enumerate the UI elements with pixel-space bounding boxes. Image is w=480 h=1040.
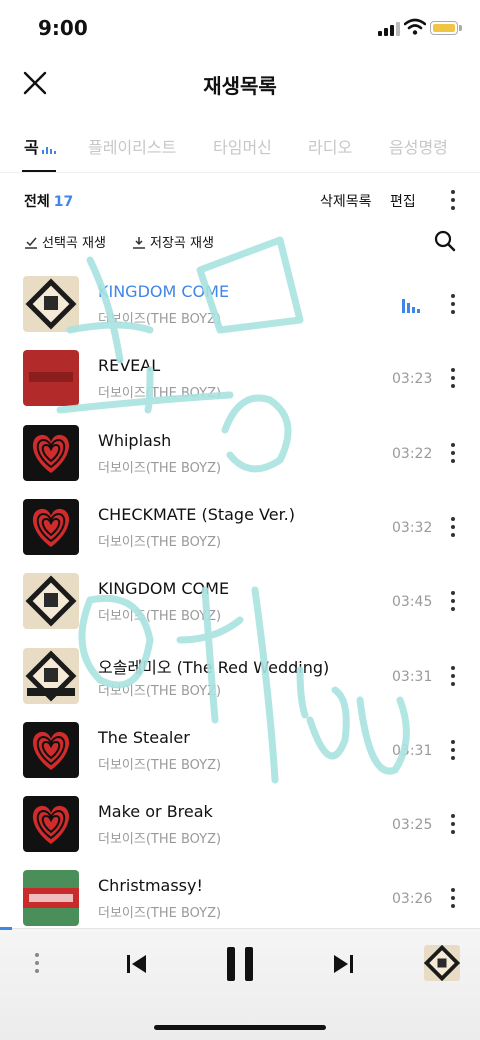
play-saved-button[interactable]: 저장곡 재생 [132,232,214,251]
track-artist: 더보이즈(THE BOYZ) [98,312,222,327]
clock: 9:00 [38,16,88,40]
track-duration: 03:22 [392,445,433,462]
track-title: Whiplash [98,430,172,450]
track-row[interactable]: KINGDOM COME 더보이즈(THE BOYZ) [0,276,480,350]
now-playing-icon [402,297,420,313]
play-selected-button[interactable]: 선택곡 재생 [24,232,106,251]
track-artist: 더보이즈(THE BOYZ) [98,386,222,402]
track-row[interactable]: REVEAL 더보이즈(THE BOYZ) 03:23 [0,350,480,424]
deleted-list-button[interactable]: 삭제목록 [320,191,372,211]
track-duration: 03:26 [392,891,433,908]
track-title: KINGDOM COME [98,282,230,301]
track-artist: 더보이즈(THE BOYZ) [98,534,222,550]
track-duration: 03:31 [392,742,433,759]
album-art [23,721,79,778]
play-actions: 선택곡 재생 저장곡 재생 [0,226,480,258]
track-title: REVEAL [98,356,161,376]
album-art [23,647,79,704]
edit-button[interactable]: 편집 [390,191,416,211]
tab-bar: 곡 플레이리스트 타임머신 라디오 음성명령 [0,122,480,173]
track-more-icon[interactable] [450,665,456,686]
player-menu-icon[interactable] [34,953,40,973]
tab-radio[interactable]: 라디오 [308,134,352,158]
track-more-icon[interactable] [450,516,456,537]
track-artist: 더보이즈(THE BOYZ) [98,832,222,848]
more-options-icon[interactable] [450,190,456,210]
track-artist: 더보이즈(THE BOYZ) [98,609,222,625]
track-artist: 더보이즈(THE BOYZ) [98,460,222,476]
track-row[interactable]: CHECKMATE (Stage Ver.) 더보이즈(THE BOYZ) 03:3… [0,498,480,573]
total-count: 전체 17 [24,194,74,210]
album-art [23,424,79,481]
previous-icon[interactable] [124,951,150,977]
tab-voice-command[interactable]: 음성명령 [389,134,448,158]
signal-icon [378,22,400,36]
checklist-play-icon [25,237,37,249]
track-row[interactable]: Whiplash 더보이즈(THE BOYZ) 03:22 [0,424,480,499]
track-duration: 03:25 [392,817,433,834]
track-more-icon[interactable] [450,814,456,835]
track-more-icon[interactable] [450,888,456,909]
album-art [23,796,79,853]
page-title: 재생목록 [203,74,277,98]
progress-bar[interactable] [0,927,12,930]
track-title: CHECKMATE (Stage Ver.) [98,504,295,524]
track-more-icon[interactable] [450,591,456,612]
status-bar: 9:00 [0,0,480,56]
track-row[interactable]: 오솔레미오 (The Red Wedding) 더보이즈(THE BOYZ) 03:… [0,647,480,722]
wifi-icon [404,18,426,35]
track-duration: 03:45 [392,594,433,611]
equalizer-icon [41,144,56,154]
track-title: Make or Break [98,802,213,822]
battery-icon [430,21,462,35]
next-icon[interactable] [330,951,356,977]
list-toolbar: 전체 17 삭제목록 편집 [0,180,480,220]
search-icon[interactable] [434,230,456,252]
track-title: The Stealer [98,727,190,747]
album-art [23,276,79,332]
track-title: Christmassy! [98,876,203,896]
track-row[interactable]: The Stealer 더보이즈(THE BOYZ) 03:31 [0,721,480,796]
track-row[interactable]: Make or Break 더보이즈(THE BOYZ) 03:25 [0,796,480,870]
track-more-icon[interactable] [450,368,456,389]
active-tab-indicator [22,170,56,172]
track-artist: 더보이즈(THE BOYZ) [98,906,222,922]
track-row[interactable]: KINGDOM COME 더보이즈(THE BOYZ) 03:45 [0,573,480,647]
now-playing-album-art[interactable] [424,945,460,981]
track-title: 오솔레미오 (The Red Wedding) [98,657,330,677]
tab-playlists[interactable]: 플레이리스트 [88,134,176,158]
header: 재생목록 [0,56,480,112]
album-art [23,498,79,555]
track-more-icon[interactable] [450,442,456,463]
track-duration: 03:32 [392,519,433,536]
mini-player [0,927,480,1040]
track-more-icon[interactable] [450,294,456,314]
count-badge: 17 [53,194,74,210]
album-art [23,870,79,927]
track-duration: 03:23 [392,371,433,388]
track-more-icon[interactable] [450,739,456,760]
track-artist: 더보이즈(THE BOYZ) [98,683,222,699]
home-indicator [154,1025,326,1030]
download-play-icon [133,237,145,249]
tab-time-machine[interactable]: 타임머신 [213,134,272,158]
track-title: KINGDOM COME [98,579,230,599]
tab-songs[interactable]: 곡 [24,134,56,158]
album-art [23,573,79,630]
pause-icon[interactable] [224,945,256,983]
track-artist: 더보이즈(THE BOYZ) [98,757,222,773]
album-art [23,350,79,407]
track-duration: 03:31 [392,668,433,685]
